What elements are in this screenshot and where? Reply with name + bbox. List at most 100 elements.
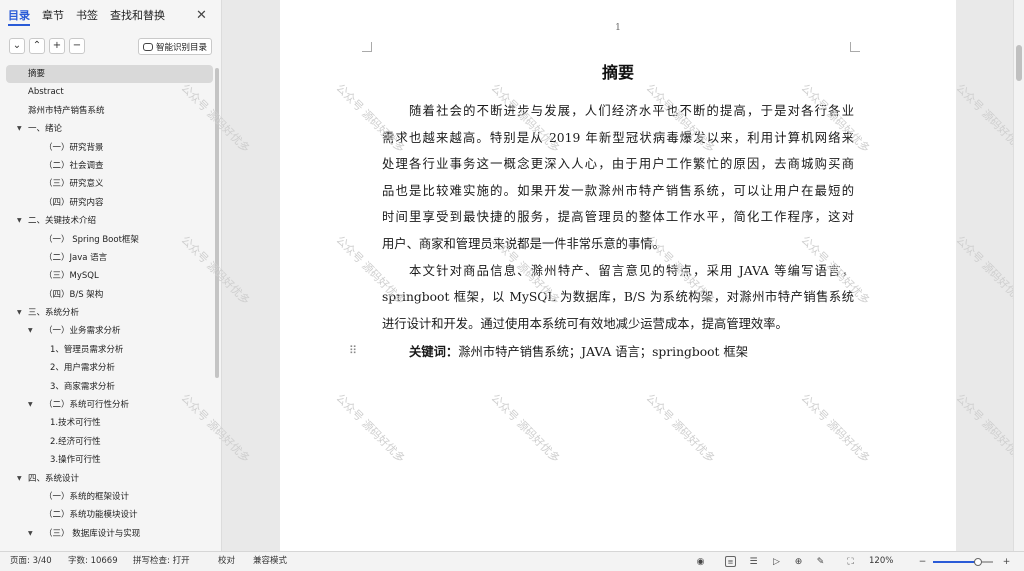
tab-sections[interactable]: 章节 xyxy=(42,8,64,26)
body-text-line: 进行设计和开发。通过使用本系统可有效地减少运营成本，提高管理效率。 xyxy=(382,316,788,331)
page-title: 摘要 xyxy=(601,63,634,82)
chevron-down-icon[interactable]: ⌄ xyxy=(9,38,25,54)
toc-item[interactable]: （一）研究背景 xyxy=(6,139,213,157)
toc-item-label: （一）系统的框架设计 xyxy=(44,491,130,502)
proofread-button[interactable]: 校对 xyxy=(218,552,235,571)
toc-item[interactable]: ▼ （二）系统可行性分析 xyxy=(6,396,213,414)
keywords-line[interactable]: 关键词：滁州市特产销售系统；JAVA 语言；springboot 框架 xyxy=(409,342,748,360)
toc-item[interactable]: 1、管理员需求分析 xyxy=(6,341,213,359)
body-text-line: 品也是比较难实施的。如果开发一款滁州市特产销售系统，可以让用户在最短的 xyxy=(382,183,854,198)
drag-handle-icon[interactable]: ⠿ xyxy=(349,344,357,357)
expand-caret-icon[interactable]: ▼ xyxy=(28,396,33,414)
margin-corner-top-right xyxy=(850,42,860,52)
toc-item[interactable]: ▼ （三） 数据库设计与实现 xyxy=(6,525,213,543)
eye-icon[interactable]: ◉ xyxy=(695,556,706,567)
expand-caret-icon[interactable]: ▼ xyxy=(17,212,22,230)
toc-item[interactable]: ▼ 三、系统分析 xyxy=(6,304,213,322)
toc-item[interactable]: 滁州市特产销售系统 xyxy=(6,102,213,120)
toc-item-label: （二）系统功能模块设计 xyxy=(44,510,138,521)
toc-item[interactable]: 3.操作可行性 xyxy=(6,451,213,469)
toc-item[interactable]: ▼ （一）业务需求分析 xyxy=(6,322,213,340)
outline-view-icon[interactable]: ☰ xyxy=(748,556,759,567)
toc-item[interactable]: 2.经济可行性 xyxy=(6,433,213,451)
play-icon[interactable]: ▷ xyxy=(771,556,782,567)
toc-item[interactable]: ▼ 二、关键技术介绍 xyxy=(6,212,213,230)
toc-scrollbar[interactable] xyxy=(215,68,219,378)
toc-item[interactable]: （四）研究内容 xyxy=(6,194,213,212)
document-area: 1 摘要 随着社会的不断进步与发展，人们经济水平也不断的提高，于是对各行各业 需求… xyxy=(178,0,1024,551)
toc-item[interactable]: 1.技术可行性 xyxy=(6,414,213,432)
toc-item-label: 3、商家需求分析 xyxy=(50,381,115,392)
page-view-icon[interactable]: ≡ xyxy=(725,556,736,567)
toc-item[interactable]: ▼ 四、系统设计 xyxy=(6,470,213,488)
toc-item[interactable]: （一） Spring Boot框架 xyxy=(6,231,213,249)
zoom-in-icon[interactable]: + xyxy=(1001,556,1012,567)
watermark-text: 公众号 源码好优多 xyxy=(643,391,718,466)
minus-icon[interactable]: − xyxy=(69,38,85,54)
page-count[interactable]: 页面: 3/40 xyxy=(10,552,52,571)
close-icon[interactable]: ✕ xyxy=(196,8,207,24)
expand-caret-icon[interactable]: ▼ xyxy=(17,304,22,322)
toc-item-label: （三）研究意义 xyxy=(44,179,104,190)
toc-item-label: （四）B/S 架构 xyxy=(44,289,104,300)
toc-item[interactable]: 摘要 xyxy=(6,65,213,84)
fit-page-icon[interactable]: ⛶ xyxy=(845,556,856,567)
body-text-line: 需求也越来越高。特别是从 2019 年新型冠状病毒爆发以来，利用计算机网络来 xyxy=(382,130,854,145)
pen-icon[interactable]: ✎ xyxy=(815,556,826,567)
zoom-slider-knob[interactable] xyxy=(974,558,982,566)
toc-list: 摘要 Abstract 滁州市特产销售系统 ▼ 一、绪论 （一）研究背景 （二）社会调查 （三… xyxy=(6,65,213,549)
expand-caret-icon[interactable]: ▼ xyxy=(17,120,22,138)
globe-icon[interactable]: ⊕ xyxy=(793,556,804,567)
toc-item-label: （二）社会调查 xyxy=(44,160,104,171)
toc-item-label: 1.技术可行性 xyxy=(50,418,101,429)
toc-item[interactable]: （二）系统功能模块设计 xyxy=(6,506,213,524)
watermark-text: 公众号 源码好优多 xyxy=(488,391,563,466)
zoom-slider[interactable] xyxy=(933,558,993,566)
tab-find-replace[interactable]: 查找和替换 xyxy=(110,8,165,26)
toc-item-label: 三、系统分析 xyxy=(28,308,80,319)
keywords-text: 滁州市特产销售系统；JAVA 语言；springboot 框架 xyxy=(458,345,749,359)
toc-item[interactable]: （三）研究意义 xyxy=(6,175,213,193)
toc-item[interactable]: ▼ 一、绪论 xyxy=(6,120,213,138)
navigation-pane: 目录 章节 书签 查找和替换 ✕ ⌄ ⌃ + − 智能识别目录 摘要 Abstra… xyxy=(0,0,222,551)
toc-item-label: 二、关键技术介绍 xyxy=(28,216,97,227)
ai-icon xyxy=(143,42,153,51)
status-bar: 页面: 3/40 字数: 10669 拼写检查: 打开 校对 兼容模式 ◉ ≡ … xyxy=(0,551,1024,571)
toc-item[interactable]: （一）系统的框架设计 xyxy=(6,488,213,506)
expand-caret-icon[interactable]: ▼ xyxy=(28,322,33,340)
toc-item[interactable]: （三）MySQL xyxy=(6,267,213,285)
body-text-line: 随着社会的不断进步与发展，人们经济水平也不断的提高，于是对各行各业 xyxy=(382,104,854,118)
toc-item[interactable]: 3、商家需求分析 xyxy=(6,378,213,396)
spell-check-status[interactable]: 拼写检查: 打开 xyxy=(133,552,190,571)
document-scrollbar[interactable] xyxy=(1013,0,1024,551)
body-text-line: 用户、商家和管理员来说都是一件非常乐意的事情。 xyxy=(382,237,665,251)
zoom-level[interactable]: 120% xyxy=(869,552,893,571)
toc-item-label: 2、用户需求分析 xyxy=(50,363,115,374)
document-page[interactable]: 1 摘要 随着社会的不断进步与发展，人们经济水平也不断的提高，于是对各行各业 需求… xyxy=(178,0,1024,551)
smart-toc-button[interactable]: 智能识别目录 xyxy=(138,38,212,55)
tab-bookmarks[interactable]: 书签 xyxy=(76,8,98,26)
toc-item[interactable]: （四）B/S 架构 xyxy=(6,286,213,304)
toc-item[interactable]: （二）社会调查 xyxy=(6,157,213,175)
expand-caret-icon[interactable]: ▼ xyxy=(28,525,33,543)
toc-item-label: （二）系统可行性分析 xyxy=(44,400,130,411)
page-number: 1 xyxy=(615,23,621,33)
toc-item[interactable]: 2、用户需求分析 xyxy=(6,359,213,377)
expand-caret-icon[interactable]: ▼ xyxy=(17,470,22,488)
chevron-up-icon[interactable]: ⌃ xyxy=(29,38,45,54)
toc-item-label: 3.操作可行性 xyxy=(50,455,101,466)
toc-item-label: （三） 数据库设计与实现 xyxy=(44,528,141,539)
toc-item[interactable]: （二）Java 语言 xyxy=(6,249,213,267)
document-scrollbar-thumb[interactable] xyxy=(1016,45,1022,81)
body-text-line: 时间里享受到最快捷的服务，提高管理员的整体工作水平，简化工作程序，这对 xyxy=(382,210,854,225)
toc-item-label: 摘要 xyxy=(28,69,46,79)
plus-icon[interactable]: + xyxy=(49,38,65,54)
toc-item-label: （一）业务需求分析 xyxy=(44,326,121,337)
word-count[interactable]: 字数: 10669 xyxy=(68,552,118,571)
watermark-text: 公众号 源码好优多 xyxy=(798,391,873,466)
body-text-line: 处理各行业事务这一概念更深入人心，由于用户工作繁忙的原因，去商城购买商 xyxy=(382,157,854,172)
toc-item[interactable]: Abstract xyxy=(6,83,213,101)
tab-toc[interactable]: 目录 xyxy=(8,8,30,26)
zoom-out-icon[interactable]: − xyxy=(917,556,928,567)
zoom-slider-fill xyxy=(933,561,978,563)
